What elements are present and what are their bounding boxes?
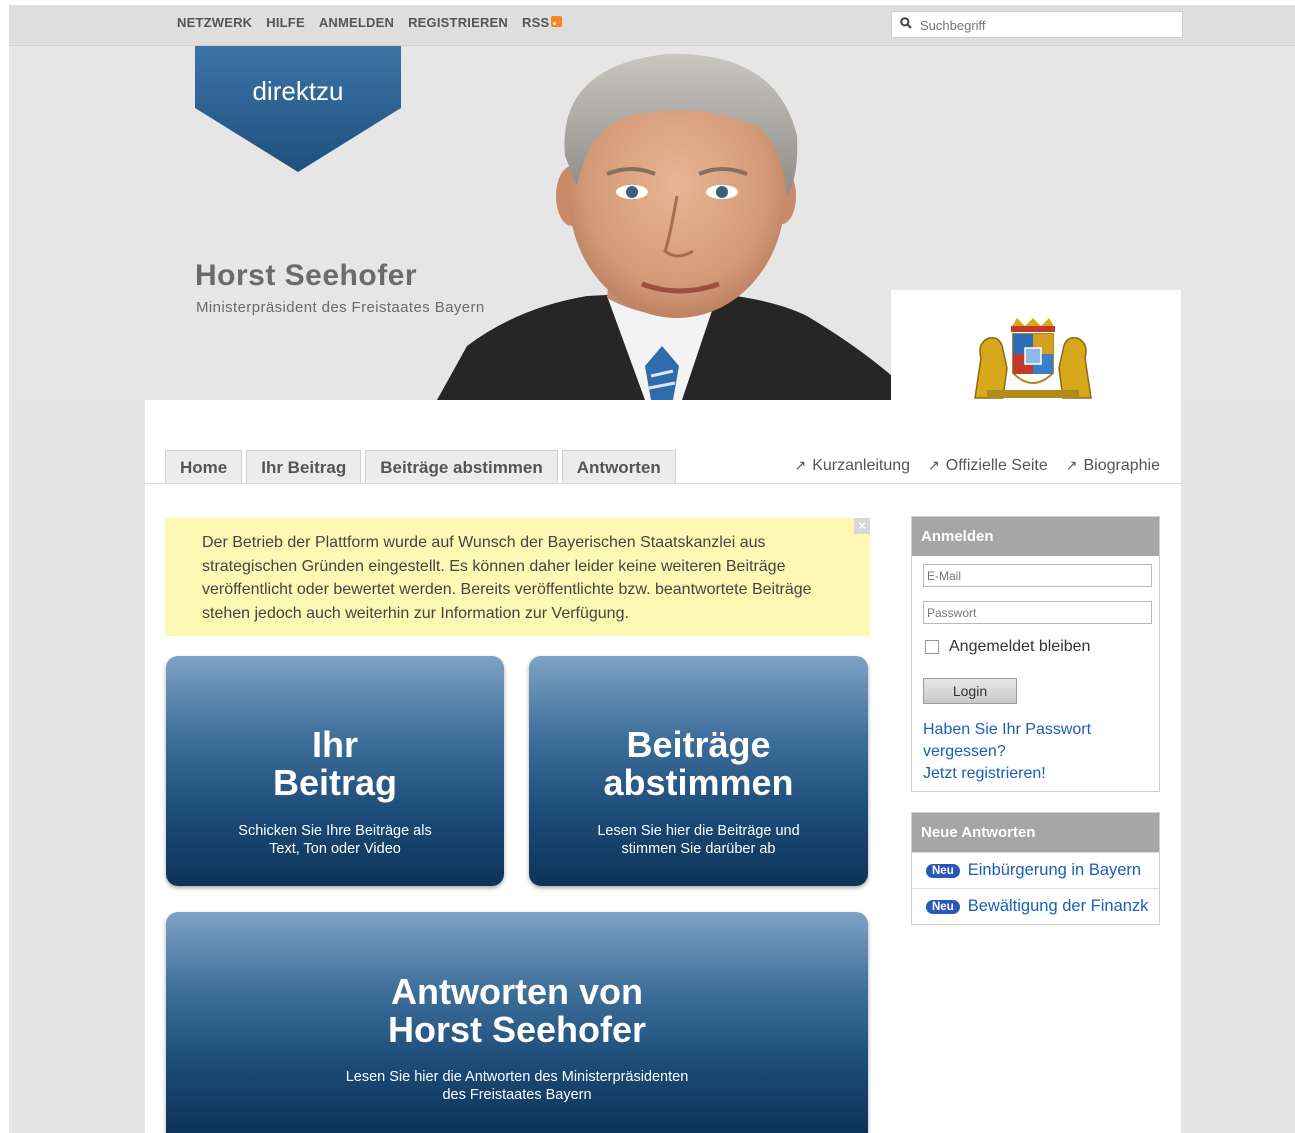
notice-text: Der Betrieb der Plattform wurde auf Wuns… xyxy=(202,534,812,622)
link-offizielle-seite-label: Offizielle Seite xyxy=(945,457,1048,474)
tab-home[interactable]: Home xyxy=(165,450,243,484)
tab-divider xyxy=(145,483,1181,484)
forgot-password-link-line2[interactable]: vergessen? xyxy=(923,741,1091,763)
main-content: Home Ihr Beitrag Beiträge abstimmen Antw… xyxy=(145,400,1181,1133)
external-arrow-icon: ↗ xyxy=(1065,457,1078,473)
header-banner: direktzu Horst Seehofer Ministerpräsiden… xyxy=(9,46,1295,400)
login-button[interactable]: Login xyxy=(923,678,1017,704)
new-answers-panel: Neue Antworten Neu Einbürgerung in Bayer… xyxy=(911,812,1160,925)
link-biographie[interactable]: ↗ Biographie xyxy=(1066,457,1160,475)
tile-title-line1: Antworten von xyxy=(391,971,643,1012)
right-margin xyxy=(1181,400,1295,1133)
login-links: Haben Sie Ihr Passwort vergessen? Jetzt … xyxy=(923,719,1091,785)
tab-beitraege-abstimmen[interactable]: Beiträge abstimmen xyxy=(365,450,558,484)
rss-icon xyxy=(551,16,563,27)
remember-me[interactable]: Angemeldet bleiben xyxy=(925,638,1090,656)
tile-title-line2: Beitrag xyxy=(272,762,398,803)
portrait-photo xyxy=(437,53,892,400)
external-arrow-icon: ↗ xyxy=(928,457,940,473)
brand-logo-text: direktzu xyxy=(252,76,344,106)
search-box xyxy=(891,11,1183,38)
tile-antworten[interactable]: Antworten von Horst Seehofer Lesen Sie h… xyxy=(166,912,868,1133)
notice-close-icon[interactable]: × xyxy=(854,518,870,534)
tile-beitraege-abstimmen[interactable]: Beiträge abstimmen Lesen Sie hier die Be… xyxy=(529,656,868,886)
answer-item[interactable]: Neu Einbürgerung in Bayern xyxy=(912,852,1159,888)
top-bar: NETZWERK HILFE ANMELDEN REGISTRIEREN RSS xyxy=(9,5,1295,46)
forgot-password-link[interactable]: Haben Sie Ihr Passwort xyxy=(923,719,1091,741)
coat-of-arms-box xyxy=(891,290,1181,400)
nav-anmelden[interactable]: ANMELDEN xyxy=(319,15,394,30)
link-kurzanleitung[interactable]: ↗ Kurzanleitung xyxy=(794,457,910,475)
tile-subtitle-line1: Lesen Sie hier die Antworten des Ministe… xyxy=(345,1069,689,1085)
tile-subtitle-line1: Schicken Sie Ihre Beiträge als xyxy=(238,823,432,839)
answer-link[interactable]: Einbürgerung in Bayern xyxy=(968,861,1141,880)
nav-rss-label: RSS xyxy=(522,15,550,30)
brand-logo-shape[interactable] xyxy=(195,46,401,174)
login-panel: Anmelden Angemeldet bleiben Login Haben … xyxy=(911,516,1160,792)
register-link[interactable]: Jetzt registrieren! xyxy=(923,763,1091,785)
link-biographie-label: Biographie xyxy=(1083,457,1161,474)
search-icon[interactable] xyxy=(900,17,912,29)
tile-subtitle-line2: Text, Ton oder Video xyxy=(269,841,401,857)
password-field[interactable] xyxy=(923,601,1152,624)
top-navigation: NETZWERK HILFE ANMELDEN REGISTRIEREN RSS xyxy=(177,15,563,30)
nav-netzwerk[interactable]: NETZWERK xyxy=(177,15,252,30)
nav-hilfe[interactable]: HILFE xyxy=(266,15,305,30)
new-badge: Neu xyxy=(926,899,960,914)
coat-of-arms-icon xyxy=(974,318,1092,399)
left-margin xyxy=(9,400,145,1133)
remember-checkbox[interactable] xyxy=(925,640,939,654)
tile-ihr-beitrag[interactable]: Ihr Beitrag Schicken Sie Ihre Beiträge a… xyxy=(166,656,504,886)
tile-subtitle-line2: stimmen Sie darüber ab xyxy=(621,841,776,857)
tile-title-line1: Ihr xyxy=(311,724,358,765)
tab-ihr-beitrag[interactable]: Ihr Beitrag xyxy=(246,450,362,484)
email-field[interactable] xyxy=(923,564,1152,587)
nav-rss[interactable]: RSS xyxy=(522,15,563,30)
tab-antworten[interactable]: Antworten xyxy=(561,450,676,484)
tile-subtitle-line2: des Freistaates Bayern xyxy=(442,1087,592,1103)
external-links: ↗ Kurzanleitung ↗ Offizielle Seite ↗ Biogra… xyxy=(794,457,1160,475)
answer-link[interactable]: Bewältigung der Finanzk xyxy=(968,897,1149,916)
main-tabs: Home Ihr Beitrag Beiträge abstimmen Antw… xyxy=(165,450,676,484)
notice-banner: Der Betrieb der Plattform wurde auf Wuns… xyxy=(165,518,870,636)
person-name: Horst Seehofer xyxy=(195,259,418,292)
link-offizielle-seite[interactable]: ↗ Offizielle Seite xyxy=(928,457,1048,475)
tile-title-line2: Horst Seehofer xyxy=(387,1009,647,1050)
tile-title-line2: abstimmen xyxy=(603,762,794,803)
login-heading: Anmelden xyxy=(912,517,1159,556)
external-arrow-icon: ↗ xyxy=(794,457,807,473)
link-kurzanleitung-label: Kurzanleitung xyxy=(812,457,911,474)
new-answers-heading: Neue Antworten xyxy=(912,813,1159,852)
remember-label: Angemeldet bleiben xyxy=(949,638,1091,655)
search-input[interactable] xyxy=(920,16,1170,34)
tile-subtitle-line1: Lesen Sie hier die Beiträge und xyxy=(597,823,800,839)
new-badge: Neu xyxy=(926,863,960,878)
answer-item[interactable]: Neu Bewältigung der Finanzk xyxy=(912,888,1159,924)
nav-registrieren[interactable]: REGISTRIEREN xyxy=(408,15,508,30)
tile-title-line1: Beiträge xyxy=(626,724,771,765)
